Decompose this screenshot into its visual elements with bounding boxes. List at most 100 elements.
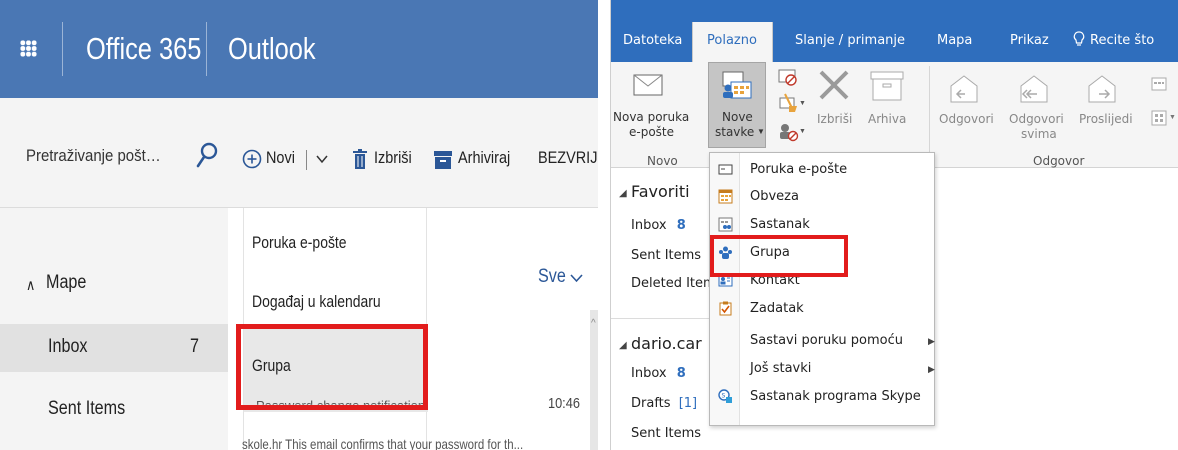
ignore-icon[interactable]: [777, 66, 799, 88]
new-items-icon: [722, 71, 752, 99]
new-button[interactable]: Novi: [266, 148, 295, 168]
svg-text:S: S: [722, 393, 726, 400]
chevron-up-icon[interactable]: ∧: [26, 276, 35, 294]
menu-item-compose-using[interactable]: Sastavi poruku pomoću: [750, 333, 903, 348]
folder-label: Inbox: [631, 366, 667, 381]
archive-button[interactable]: Arhiviraj: [458, 148, 510, 168]
tab-file[interactable]: Datoteka: [623, 33, 682, 48]
scroll-up-arrow[interactable]: ^: [591, 318, 596, 329]
favorites-header[interactable]: Favoriti: [631, 182, 690, 201]
reply-icon: [950, 75, 978, 103]
meeting-icon: [718, 217, 733, 232]
dropdown-arrow-icon: ▼: [799, 128, 806, 135]
delete-button[interactable]: Izbriši: [374, 148, 412, 168]
collapse-triangle-icon[interactable]: ◢: [619, 340, 627, 351]
filter-all[interactable]: Sve: [538, 266, 566, 288]
task-icon: [719, 301, 732, 316]
tab-folder[interactable]: Mapa: [937, 33, 972, 48]
delete-button[interactable]: Izbriši: [817, 112, 852, 126]
account-header[interactable]: dario.car: [631, 334, 702, 353]
tell-me-search[interactable]: Recite što: [1090, 33, 1154, 48]
more-respond-icon[interactable]: [1151, 110, 1167, 126]
mail-list-scrollbar[interactable]: [590, 310, 598, 450]
calendar-icon: [718, 189, 733, 204]
app-launcher-button[interactable]: [0, 0, 62, 98]
account-folder-sent[interactable]: Sent Items: [631, 426, 701, 441]
folder-inbox-count: 7: [190, 336, 199, 357]
fav-folder-inbox[interactable]: Inbox 8: [631, 218, 686, 233]
search-icon[interactable]: [196, 142, 218, 168]
new-items-label-line2: stavke: [715, 125, 755, 139]
meeting-reply-icon[interactable]: [1151, 76, 1167, 92]
lightbulb-icon: [1073, 31, 1085, 46]
highlight-box: [710, 235, 848, 277]
web-header-bar: Office 365 Outlook: [0, 0, 598, 98]
archive-icon: [870, 71, 904, 101]
menu-item-more-items[interactable]: Još stavki: [750, 361, 811, 376]
skype-icon: S: [718, 389, 732, 403]
reply-all-button-line2[interactable]: svima: [1021, 127, 1057, 141]
message-preview[interactable]: skole.hr This email confirms that your p…: [242, 436, 523, 450]
folder-label: Inbox: [631, 218, 667, 233]
email-icon: [718, 164, 733, 175]
chevron-down-icon[interactable]: [570, 273, 583, 283]
plus-circle-icon: [242, 149, 262, 169]
account-folder-inbox[interactable]: Inbox 8: [631, 366, 686, 381]
menu-item-email[interactable]: Poruka e-pošte: [750, 162, 847, 177]
search-box[interactable]: Pretraživanje pošte i kont...: [0, 98, 228, 208]
new-email-button[interactable]: Nova poruka: [613, 110, 689, 124]
waffle-icon: [20, 40, 37, 57]
menu-item-meeting[interactable]: Sastanak: [750, 217, 810, 232]
submenu-arrow-icon: ▶: [928, 364, 935, 374]
menu-item-skype-meeting[interactable]: Sastanak programa Skype: [750, 389, 921, 404]
command-bar: Novi Izbriši Arhiviraj BEZVRIJEDNA: [228, 98, 598, 208]
archive-button[interactable]: Arhiva: [868, 112, 906, 126]
collapse-triangle-icon[interactable]: ◢: [619, 188, 627, 199]
folder-inbox-label: Inbox: [48, 336, 88, 357]
tab-home[interactable]: Polazno: [707, 33, 757, 48]
cleanup-icon[interactable]: [777, 92, 799, 114]
new-email-button-line2[interactable]: e-pošte: [629, 125, 674, 139]
unread-count: 8: [676, 218, 686, 233]
folder-pane: Pretraživanje pošte i kont... ∧ Mape Inb…: [0, 98, 228, 450]
ribbon-tabs: Datoteka Polazno Slanje / primanje Mapa …: [611, 0, 1178, 62]
new-menu-item-email[interactable]: Poruka e-pošte: [252, 233, 347, 253]
menu-item-task[interactable]: Zadatak: [750, 301, 804, 316]
ribbon-group-new: Novo: [647, 154, 678, 168]
outlook-app-title[interactable]: Outlook: [228, 31, 316, 67]
folder-label: Sent Items: [631, 248, 702, 263]
ribbon-group-divider: [929, 66, 930, 162]
new-menu-item-calendar-event[interactable]: Događaj u kalendaru: [252, 292, 381, 312]
chevron-down-icon[interactable]: [316, 154, 328, 164]
folder-label: Drafts: [631, 396, 671, 411]
trash-icon: [353, 149, 367, 169]
split-divider: [306, 150, 307, 170]
reply-all-button[interactable]: Odgovori: [1009, 112, 1064, 126]
tab-view[interactable]: Prikaz: [1010, 33, 1049, 48]
reply-button[interactable]: Odgovori: [939, 112, 994, 126]
office-365-brand[interactable]: Office 365: [86, 31, 201, 67]
junk-button[interactable]: BEZVRIJEDNA: [538, 148, 598, 168]
account-folder-drafts[interactable]: Drafts [1]: [631, 396, 697, 411]
forward-icon: [1088, 75, 1116, 103]
new-items-label: Nove: [722, 110, 753, 124]
archive-icon: [434, 151, 452, 169]
menu-item-appointment[interactable]: Obveza: [750, 189, 799, 204]
tab-send-receive[interactable]: Slanje / primanje: [795, 33, 905, 48]
search-input[interactable]: Pretraživanje pošte i kont...: [26, 146, 167, 166]
folder-label: Sent Items: [631, 426, 702, 441]
new-items-dropdown: Poruka e-pošte Obveza Sastanak Grupa Kon…: [709, 152, 935, 426]
outlook-web-panel: Office 365 Outlook Pretraživanje pošte i…: [0, 0, 598, 450]
dropdown-arrow-icon: ▼: [757, 127, 765, 136]
fav-folder-sent[interactable]: Sent Items: [631, 248, 701, 263]
folders-header[interactable]: Mape: [46, 272, 86, 294]
unread-count: 8: [676, 366, 686, 381]
folder-sent-items[interactable]: Sent Items: [48, 398, 125, 420]
reply-all-icon: [1020, 75, 1048, 103]
delete-icon: [819, 70, 849, 100]
junk-icon[interactable]: [777, 120, 799, 142]
ribbon-group-respond: Odgovor: [1033, 154, 1085, 168]
submenu-arrow-icon: ▶: [928, 336, 935, 346]
forward-button[interactable]: Proslijedi: [1079, 112, 1133, 126]
dropdown-arrow-icon: ▼: [799, 100, 806, 107]
